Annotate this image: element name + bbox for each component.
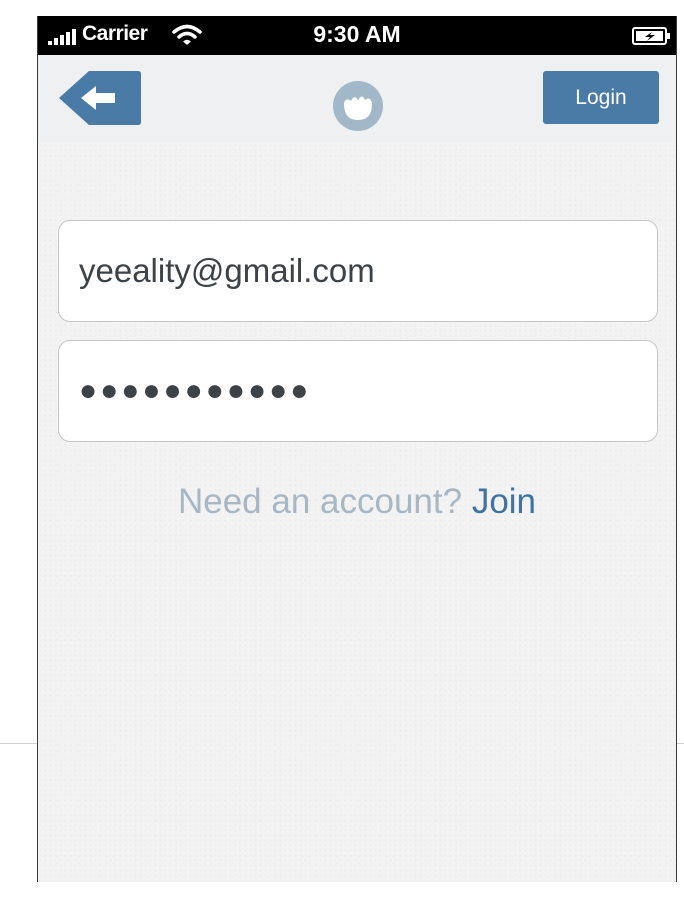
login-form-area: yeeality@gmail.com ●●●●●●●●●●● Need an a… [38,143,676,882]
password-field[interactable]: ●●●●●●●●●●● [58,340,658,442]
join-prompt-text: Need an account? [177,482,463,521]
password-value: ●●●●●●●●●●● [79,374,312,407]
wifi-icon [172,24,202,45]
login-button[interactable]: Login [543,71,659,124]
battery-charging-icon [632,27,670,45]
email-field[interactable]: yeeality@gmail.com [58,220,658,322]
status-bar: Carrier 9:30 AM [38,16,676,55]
back-button[interactable] [59,71,141,125]
signal-bars-icon [48,29,76,45]
page-root: Carrier 9:30 AM Login yeeality@gmail.com… [0,0,684,908]
navigation-bar: Login [38,55,676,143]
join-link[interactable]: Join [472,482,536,521]
phone-screen: Carrier 9:30 AM Login yeeality@gmail.com… [37,16,677,882]
carrier-label: Carrier [82,22,148,45]
app-logo-icon [333,81,383,131]
email-value: yeeality@gmail.com [79,252,375,289]
join-prompt-line: Need an account? Join [38,482,676,522]
